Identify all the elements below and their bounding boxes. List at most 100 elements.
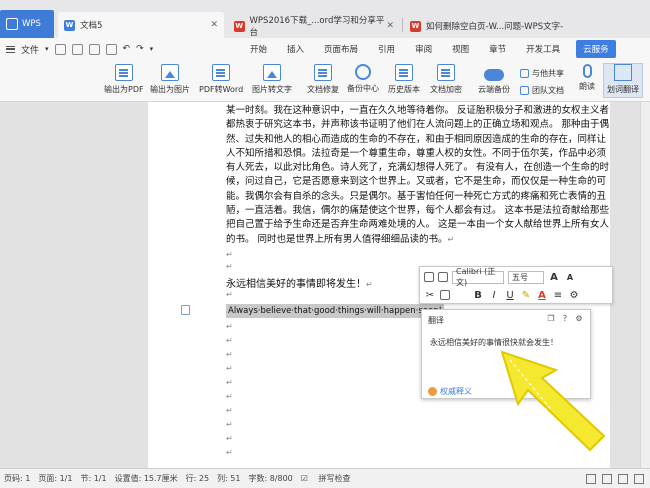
repair-icon (314, 64, 332, 81)
spellcheck-toggle[interactable]: ☑ 拼写检查 (301, 473, 359, 484)
mark-translate-button[interactable]: 划词翻译 (603, 63, 643, 98)
paragraph-text: 某一时刻。我在这种意识中，一直在久久地等待着你。 反证胎积极分子和激进的女权主义… (226, 105, 610, 245)
view-web-icon[interactable] (618, 473, 628, 484)
encrypt-button[interactable]: 文档加密 (430, 64, 462, 95)
file-menu[interactable]: 文件 (21, 43, 39, 56)
wish-line-text: 永远相信美好的事情即将发生！ (226, 279, 366, 290)
ribbon-cloud: 输出为PDF 输出为图片 PDF转Word 图片转文字 文档修复 备份中心 历史… (0, 60, 650, 102)
tab-web-1[interactable]: W WPS2016下载_...ord学习和分享平台 ✕ (228, 14, 400, 38)
font-size-select[interactable]: 五号 (508, 270, 544, 284)
status-words[interactable]: 字数: 8/800 (248, 473, 292, 484)
shrink-font-icon[interactable]: A (564, 273, 576, 282)
close-tab-icon[interactable]: ✕ (386, 21, 394, 31)
tab-wps-home[interactable]: WPS (0, 10, 54, 38)
open-icon[interactable] (54, 43, 66, 55)
picture-icon (161, 64, 179, 81)
copy-icon[interactable] (424, 272, 434, 282)
settings-icon[interactable]: ⚙ (574, 314, 584, 324)
chevron-down-icon[interactable]: ▾ (45, 45, 49, 53)
authority-link-label: 权威释义 (440, 387, 472, 396)
paragraph-mark: ↵ (226, 250, 233, 259)
export-picture-button[interactable]: 输出为图片 (150, 64, 190, 95)
menu-item-view[interactable]: 视图 (442, 43, 479, 55)
tab-web-1-label: WPS2016下载_...ord学习和分享平台 (249, 16, 385, 38)
status-page: 页码: 1 (4, 474, 31, 483)
view-read-icon[interactable] (634, 473, 644, 484)
menu-item-insert[interactable]: 插入 (277, 43, 314, 55)
menu-item-layout[interactable]: 页面布局 (314, 43, 368, 55)
paragraph-layout-icon[interactable] (181, 305, 190, 315)
toolbar-row-font: Calibri (正文) 五号 A A (420, 267, 614, 287)
font-size-value: 五号 (512, 272, 528, 282)
menu-icon[interactable] (6, 45, 15, 53)
settings-icon[interactable]: ⚙ (568, 290, 580, 301)
menu-item-home[interactable]: 开始 (240, 43, 277, 55)
align-icon[interactable]: ≡ (552, 290, 564, 301)
font-color-icon[interactable]: A (536, 290, 548, 301)
bold-icon[interactable]: B (472, 290, 484, 301)
chevron-down-icon[interactable]: ▾ (150, 45, 154, 53)
web-page-icon: W (410, 20, 421, 32)
doc-repair-button[interactable]: 文档修复 (307, 64, 339, 95)
history-label: 历史版本 (388, 85, 420, 94)
share-button[interactable]: 与他共享 (520, 68, 564, 79)
redo-icon[interactable]: ↷ (136, 44, 144, 54)
wish-line[interactable]: 永远相信美好的事情即将发生！↵ (226, 275, 373, 290)
underline-icon[interactable]: U (504, 290, 516, 301)
view-list-icon[interactable] (602, 473, 612, 484)
paragraph-mark: ↵ (226, 322, 233, 331)
picture-to-text-button[interactable]: 图片转文字 (252, 64, 292, 95)
view-page-icon[interactable] (586, 473, 596, 484)
status-pages: 页面: 1/1 (38, 474, 73, 483)
status-col: 列: 51 (217, 474, 241, 483)
tab-document[interactable]: W 文档5 ✕ (58, 12, 224, 38)
document-paragraph[interactable]: 某一时刻。我在这种意识中，一直在久久地等待着你。 反证胎积极分子和激进的女权主义… (226, 104, 610, 247)
export-pdf-button[interactable]: 输出为PDF (104, 64, 144, 95)
style-icon[interactable] (438, 272, 448, 282)
print-icon[interactable] (88, 43, 100, 55)
selected-english-line[interactable]: Always·believe·that·good·things·will·hap… (226, 304, 444, 318)
menu-bar: 文件 ▾ ↶ ↷ ▾ 开始 插入 页面布局 引用 审阅 视图 章节 开发工具 云… (0, 38, 650, 60)
menu-item-developer[interactable]: 开发工具 (516, 43, 570, 55)
translate-controls: ❐ ? ⚙ (546, 314, 584, 324)
format-painter-icon[interactable] (440, 290, 450, 300)
cut-icon[interactable]: ✂ (424, 290, 436, 301)
picture-to-text-label: 图片转文字 (252, 85, 292, 94)
menu-item-cloud[interactable]: 云服务 (576, 40, 616, 58)
grow-font-icon[interactable]: A (548, 272, 560, 283)
vertical-scrollbar[interactable] (640, 102, 650, 468)
undo-icon[interactable]: ↶ (123, 44, 131, 54)
font-name-select[interactable]: Calibri (正文) (452, 267, 504, 287)
menu-item-references[interactable]: 引用 (368, 43, 405, 55)
convert-icon (212, 64, 231, 81)
tab-web-2[interactable]: W 如何删除空白页-W...问题-WPS文字- (404, 14, 576, 38)
history-button[interactable]: 历史版本 (388, 64, 420, 95)
help-icon[interactable]: ? (560, 314, 570, 324)
team-doc-button[interactable]: 团队文档 (520, 85, 564, 96)
tab-web-2-label: 如何删除空白页-W...问题-WPS文字- (426, 22, 564, 32)
paragraph-mark: ↵ (226, 392, 233, 401)
backup-center-button[interactable]: 备份中心 (347, 64, 379, 94)
paragraph-mark: ↵ (226, 378, 233, 387)
menu-item-chapter[interactable]: 章节 (479, 43, 516, 55)
close-tab-icon[interactable]: ✕ (210, 20, 218, 30)
menu-item-review[interactable]: 审阅 (405, 43, 442, 55)
read-aloud-button[interactable]: 朗读 (579, 64, 595, 92)
pdf-to-word-button[interactable]: PDF转Word (199, 64, 243, 95)
save-icon[interactable] (71, 43, 83, 55)
preview-icon[interactable] (105, 43, 117, 55)
encrypt-label: 文档加密 (430, 85, 462, 94)
authority-link[interactable]: 权威释义 (428, 386, 472, 397)
paragraph-mark: ↵ (226, 448, 233, 457)
paragraph-mark: ↵ (226, 262, 233, 271)
translate-icon (614, 64, 632, 81)
backup-center-label: 备份中心 (347, 84, 379, 93)
read-aloud-label: 朗读 (579, 82, 595, 91)
tab-document-label: 文档5 (80, 21, 103, 31)
italic-icon[interactable]: I (488, 290, 500, 301)
status-section: 节: 1/1 (80, 474, 107, 483)
cloud-backup-button[interactable]: 云端备份 (478, 64, 510, 95)
copy-icon[interactable]: ❐ (546, 314, 556, 324)
highlight-icon[interactable]: ✎ (520, 290, 532, 301)
history-icon (395, 64, 413, 81)
